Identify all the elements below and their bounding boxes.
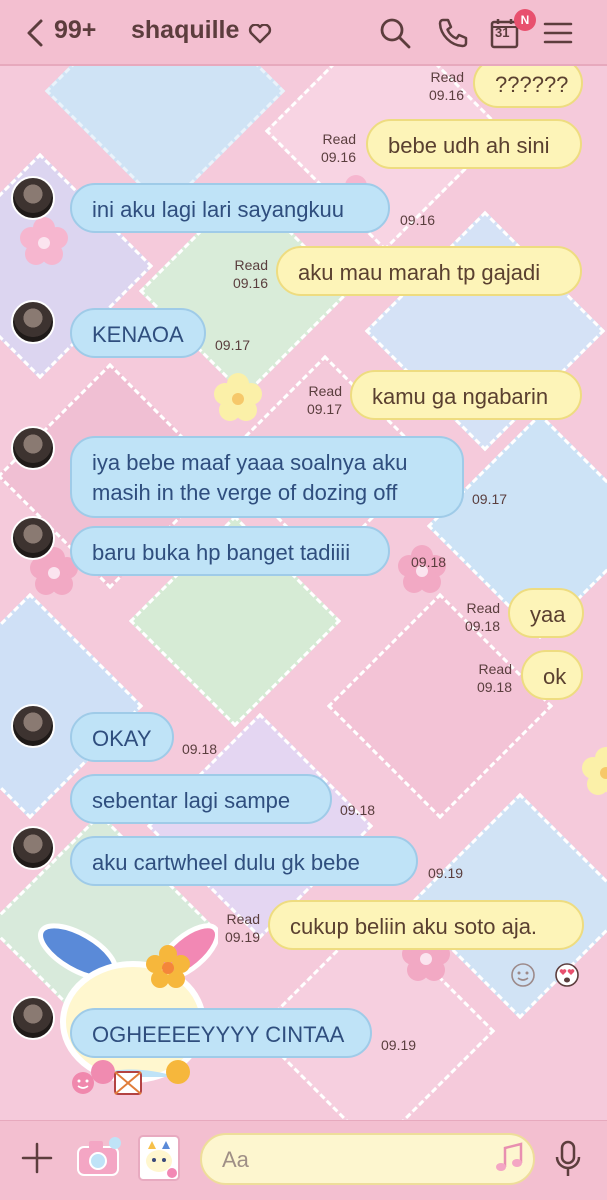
smile-reaction-icon[interactable] <box>510 962 536 988</box>
music-note-icon[interactable] <box>494 1141 526 1175</box>
message-bubble[interactable]: sebentar lagi sampe <box>70 774 332 824</box>
message-bubble[interactable]: kamu ga ngabarin <box>350 370 582 420</box>
bunny-sticker[interactable] <box>18 912 218 1087</box>
message-time: 09.18 <box>340 802 376 818</box>
message-meta: Read 09.16 <box>300 130 356 166</box>
message-time: 09.18 <box>182 741 218 757</box>
message-time: 09.16 <box>428 87 464 103</box>
flower-decoration <box>20 217 68 265</box>
message-meta: Read 09.18 <box>444 599 500 635</box>
camera-icon[interactable] <box>75 1135 123 1179</box>
message-bubble[interactable]: yaa <box>508 588 584 638</box>
avatar[interactable] <box>11 176 55 220</box>
message-time: 09.18 <box>411 554 447 570</box>
chat-message-list[interactable]: Read 09.16 ?????? Read 09.16 bebe udh ah… <box>0 66 607 1120</box>
message-meta: Read 09.19 <box>204 910 260 946</box>
search-icon[interactable] <box>378 16 412 50</box>
avatar[interactable] <box>11 704 55 748</box>
message-time: 09.18 <box>464 618 500 634</box>
message-meta: Read 09.17 <box>286 382 342 418</box>
message-time: 09.17 <box>306 401 342 417</box>
avatar[interactable] <box>11 516 55 560</box>
message-bubble[interactable]: baru buka hp banget tadiiii <box>70 526 390 576</box>
message-time: 09.19 <box>224 929 260 945</box>
calendar-day: 31 <box>495 25 510 40</box>
read-receipt: Read <box>226 911 260 927</box>
message-bubble[interactable]: OKAY <box>70 712 174 762</box>
flower-decoration <box>214 373 262 421</box>
microphone-icon[interactable] <box>553 1139 583 1179</box>
notification-badge: N <box>514 9 536 31</box>
message-bubble[interactable]: ok <box>521 650 583 700</box>
message-time: 09.16 <box>232 275 268 291</box>
message-bubble[interactable]: bebe udh ah sini <box>366 119 582 169</box>
avatar[interactable] <box>11 826 55 870</box>
chevron-left-icon[interactable] <box>24 18 46 48</box>
gift-sticker-icon <box>114 1071 142 1095</box>
read-receipt: Read <box>478 661 512 677</box>
chat-title[interactable]: shaquille <box>131 16 239 45</box>
message-bubble[interactable]: aku cartwheel dulu gk bebe <box>70 836 418 886</box>
message-bubble[interactable]: OGHEEEEYYYY CINTAA <box>70 1008 372 1058</box>
call-icon[interactable] <box>436 16 470 50</box>
message-bubble[interactable]: cukup beliin aku soto aja. <box>268 900 584 950</box>
message-time: 09.16 <box>320 149 356 165</box>
chat-header: 99+ shaquille 31 N <box>0 0 607 66</box>
message-meta: Read 09.16 <box>408 68 464 104</box>
read-receipt: Read <box>466 600 500 616</box>
message-input[interactable] <box>200 1133 535 1185</box>
message-time: 09.17 <box>472 491 508 507</box>
message-meta: Read 09.18 <box>456 660 512 696</box>
read-receipt: Read <box>430 69 464 85</box>
message-bubble[interactable]: ?????? <box>473 66 583 108</box>
plus-icon[interactable] <box>20 1141 54 1175</box>
message-bubble[interactable]: ini aku lagi lari sayangkuu <box>70 183 390 233</box>
message-time: 09.19 <box>428 865 464 881</box>
message-meta: Read 09.16 <box>212 256 268 292</box>
avatar[interactable] <box>11 300 55 344</box>
avatar[interactable] <box>11 426 55 470</box>
message-time: 09.18 <box>476 679 512 695</box>
message-input-placeholder: Aa <box>222 1147 249 1172</box>
flower-decoration <box>582 747 607 795</box>
message-bubble[interactable]: aku mau marah tp gajadi <box>276 246 582 296</box>
message-time: 09.16 <box>400 212 436 228</box>
sticker-icon[interactable] <box>136 1133 182 1183</box>
heart-eyes-reaction-icon[interactable] <box>554 962 580 988</box>
message-bubble[interactable]: iya bebe maaf yaaa soalnya aku masih in … <box>70 436 464 518</box>
avatar[interactable] <box>11 996 55 1040</box>
unread-count[interactable]: 99+ <box>54 16 96 45</box>
read-receipt: Read <box>234 257 268 273</box>
read-receipt: Read <box>308 383 342 399</box>
menu-icon[interactable] <box>541 16 575 50</box>
smile-sticker-icon <box>72 1072 94 1094</box>
message-bubble[interactable]: KENAOA <box>70 308 206 358</box>
read-receipt: Read <box>322 131 356 147</box>
message-time: 09.17 <box>215 337 251 353</box>
heart-icon <box>248 24 272 44</box>
message-input-bar: Aa <box>0 1120 607 1200</box>
message-time: 09.19 <box>381 1037 417 1053</box>
